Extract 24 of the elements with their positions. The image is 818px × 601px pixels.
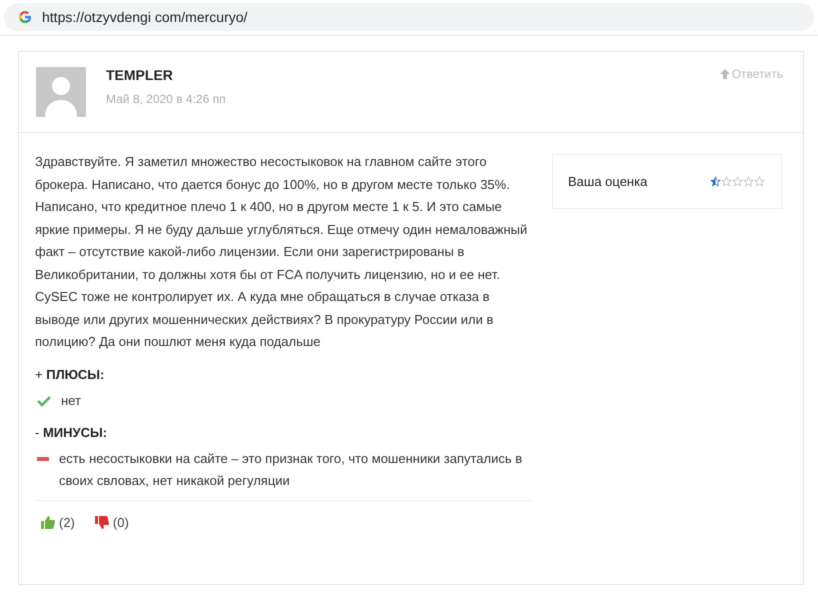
rating-label: Ваша оценка — [568, 174, 648, 189]
comment-text: Здравствуйте. Я заметил множество несостыковок на главном сайте этого брокера. Написано, что дается бонус до 100%, но в другом месте только 35%. Написано, что кредитное плечо 1 к 400, но в другом месте 1 к 5. И это самые яркие примеры. Я не буду дальше углубляться. Еще отмечу один немаловажный факт – отсутствие какой-либо лицензии. Если они зарегистрированы в Великобритании, то должны хотя бы от FCA получить лицензию, но и ее нет. CySEC тоже не контролирует их. А куда мне обращаться в случае отказа в выводе или других мошеннических действиях? В прокуратуру России или в полицию? Да они пошлют меня куда подальше — [35, 153, 528, 351]
star-icon[interactable] — [732, 176, 743, 187]
comment-date: Май 8, 2020 в 4:26 пп — [106, 92, 227, 106]
thumbs-up-icon — [41, 516, 55, 528]
star-icon[interactable] — [743, 176, 754, 187]
dislike-button[interactable]: (0) — [94, 514, 129, 530]
address-bar[interactable]: https://otzyvdengi com/mercuryo/ — [4, 3, 814, 31]
star-icon[interactable] — [721, 176, 732, 187]
author-name: TEMPLER — [106, 67, 174, 83]
section-item-text: есть несостыковки на сайте – это признак того, что мошенники запутались в своих свловах, нет никакой регуляции — [59, 450, 524, 490]
avatar-icon — [36, 67, 86, 117]
check-icon — [37, 394, 51, 406]
minus-icon — [37, 456, 49, 460]
thumbs-down-icon — [94, 516, 109, 528]
section-heading: + ПЛЮСЫ: — [35, 366, 106, 384]
up-arrow-icon — [720, 69, 730, 79]
section-heading: - МИНУСЫ: — [35, 424, 108, 442]
section-item-text: нет — [61, 392, 81, 410]
star-icon[interactable] — [710, 176, 721, 187]
url-text: https://otzyvdengi com/mercuryo/ — [42, 9, 248, 25]
like-button[interactable]: (2) — [41, 514, 75, 530]
star-icon[interactable] — [754, 176, 765, 187]
google-logo-icon — [18, 10, 32, 24]
